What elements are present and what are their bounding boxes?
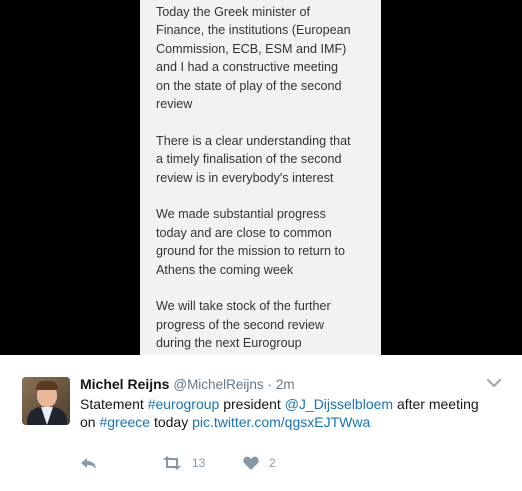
like-button[interactable]: 2 [243, 453, 276, 473]
tweet: Michel Reijns @MichelReijns · 2m Stateme… [0, 355, 522, 491]
tweet-media-image[interactable]: Today the Greek minister of Finance, the… [0, 0, 522, 355]
tweet-text-segment: president [219, 396, 285, 412]
retweet-button[interactable]: 13 [162, 453, 205, 473]
tweet-text-segment: on [80, 414, 100, 430]
note-paragraph: There is a clear understanding that a ti… [156, 133, 351, 185]
note-paragraph: Today the Greek minister of Finance, the… [156, 5, 351, 112]
author-name[interactable]: Michel Reijns [80, 376, 169, 392]
reply-button[interactable] [80, 453, 98, 473]
note-paragraph: We made substantial progress today and a… [156, 207, 346, 277]
tweet-text: Statement #eurogroup president @J_Dijsse… [80, 395, 500, 431]
hashtag-link[interactable]: #eurogroup [148, 396, 220, 412]
hashtag-link[interactable]: #greece [99, 414, 150, 430]
separator-dot: · [267, 377, 272, 392]
pic-link[interactable]: pic.twitter.com/qgsxEJTWwa [192, 414, 370, 430]
tweet-text-segment: today [150, 414, 193, 430]
author-handle[interactable]: @MichelReijns [173, 377, 263, 392]
timestamp[interactable]: 2m [276, 377, 295, 392]
chevron-down-icon[interactable] [486, 377, 502, 389]
notes-screenshot: Today the Greek minister of Finance, the… [140, 0, 381, 355]
tweet-header: Michel Reijns @MichelReijns · 2m [80, 375, 295, 394]
retweet-count: 13 [192, 456, 206, 470]
heart-icon [243, 456, 259, 470]
mention-link[interactable]: @J_Dijsselbloem [285, 396, 393, 412]
retweet-icon [163, 456, 181, 470]
reply-icon [81, 458, 96, 469]
avatar[interactable] [22, 377, 70, 425]
tweet-actions: 13 2 [80, 453, 380, 473]
like-count: 2 [269, 456, 276, 470]
tweet-text-segment: Statement [80, 396, 148, 412]
tweet-text-segment: after meeting [393, 396, 479, 412]
note-paragraph: We will take stock of the further progre… [156, 299, 331, 351]
